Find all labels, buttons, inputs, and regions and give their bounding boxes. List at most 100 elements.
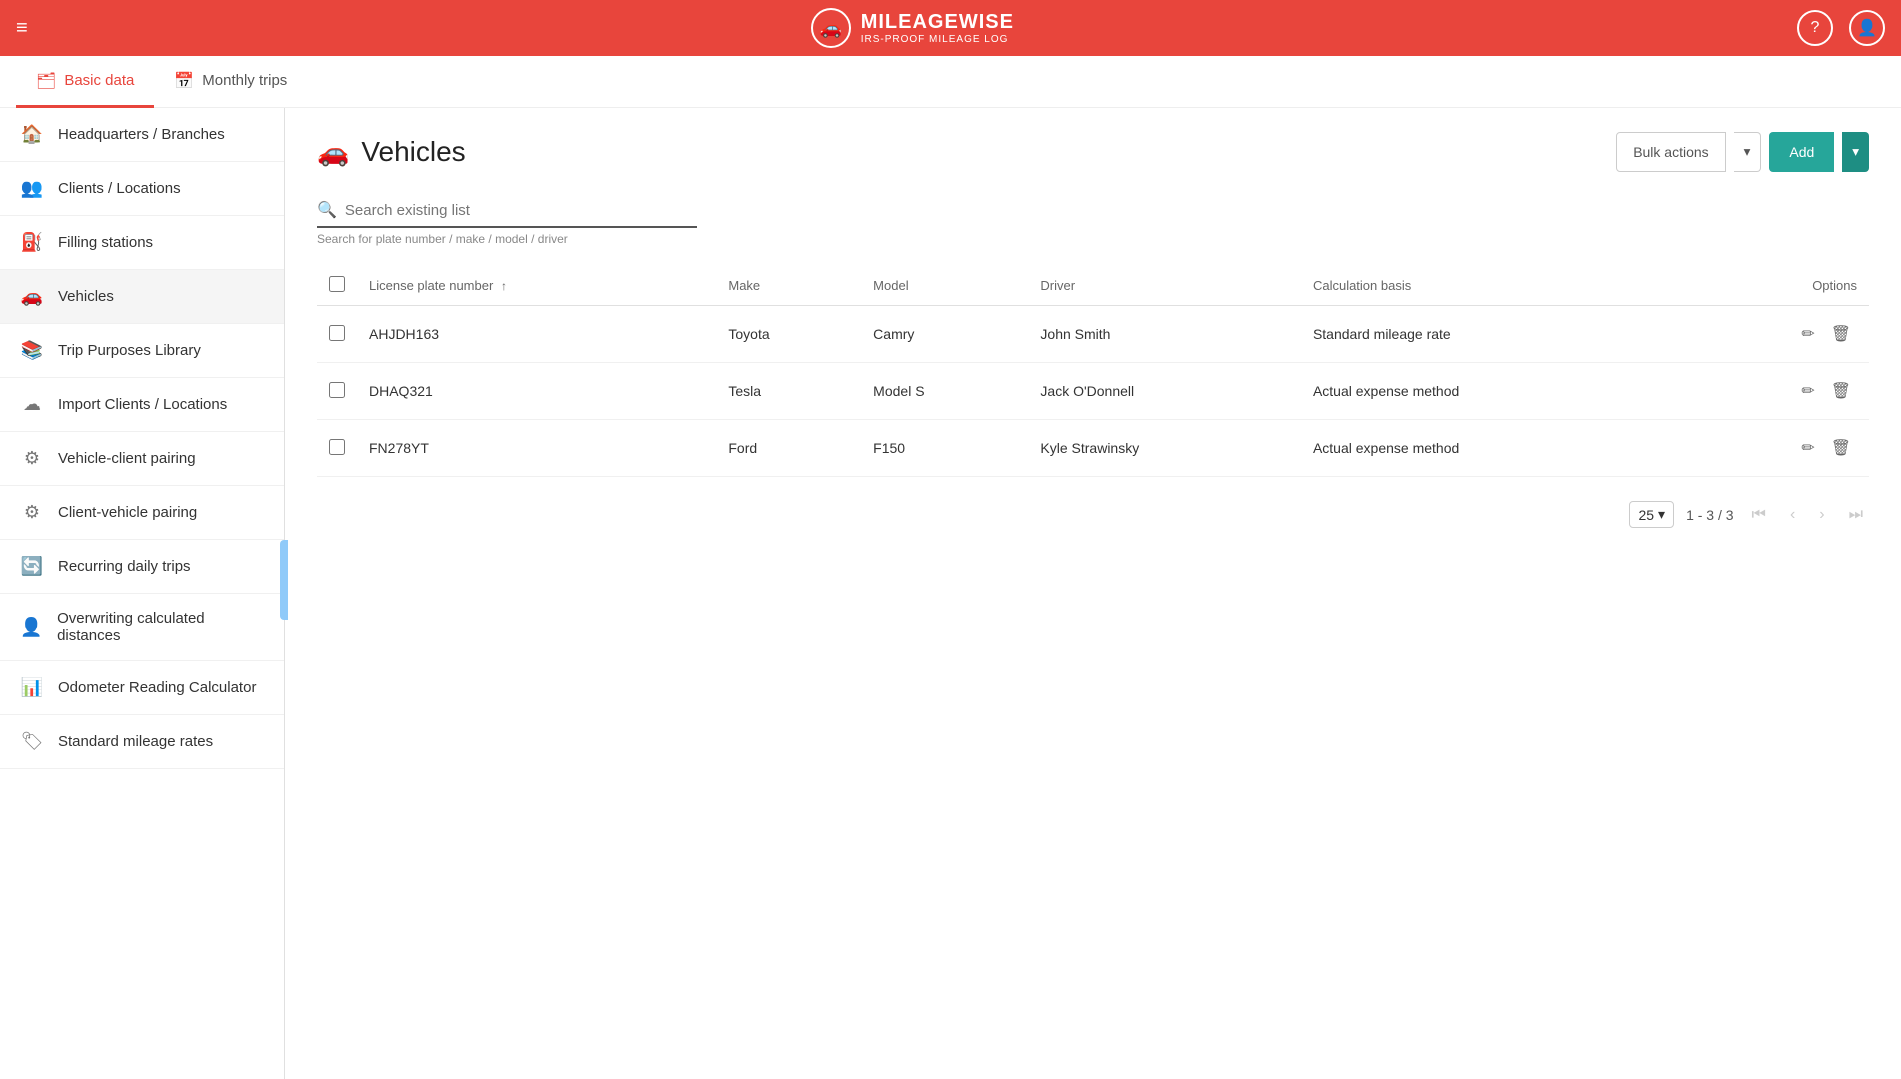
cell-driver-2: Kyle Strawinsky [1028, 420, 1301, 477]
delete-button-0[interactable]: 🗑 [1825, 320, 1857, 348]
row-checkbox-cell [317, 420, 357, 477]
sidebar-item-import-clients-label: Import Clients / Locations [58, 396, 227, 413]
bulk-actions-button[interactable]: Bulk actions [1616, 132, 1725, 172]
brand-name: MILEAGEWISE [861, 11, 1014, 34]
help-icon[interactable]: ? [1797, 10, 1833, 46]
per-page-select[interactable]: 25 ▾ [1629, 501, 1674, 528]
cell-options-1: ✏ 🗑 [1679, 363, 1869, 420]
cell-basis-2: Actual expense method [1301, 420, 1679, 477]
cell-model-2: F150 [861, 420, 1028, 477]
sidebar-item-clients[interactable]: 👥 Clients / Locations [0, 162, 284, 216]
page-actions: Bulk actions ▾ Add ▾ [1616, 132, 1869, 172]
sidebar-item-import-clients[interactable]: ☁ Import Clients / Locations [0, 378, 284, 432]
cell-options-0: ✏ 🗑 [1679, 306, 1869, 363]
add-chevron[interactable]: ▾ [1842, 132, 1869, 172]
cell-basis-0: Standard mileage rate [1301, 306, 1679, 363]
edit-button-0[interactable]: ✏ [1795, 320, 1820, 348]
sidebar-item-vehicle-client[interactable]: ⚙ Vehicle-client pairing [0, 432, 284, 486]
trip-purposes-icon: 📚 [20, 340, 44, 361]
add-button[interactable]: Add [1769, 132, 1834, 172]
sidebar-item-standard-rates[interactable]: 🏷 Standard mileage rates [0, 715, 284, 769]
tab-basic-data[interactable]: 🗂 Basic data [16, 56, 154, 108]
sidebar-item-client-vehicle-label: Client-vehicle pairing [58, 504, 197, 521]
cell-plate-2: FN278YT [357, 420, 716, 477]
col-options: Options [1679, 266, 1869, 306]
row-checkbox-cell [317, 306, 357, 363]
sidebar-item-vehicles-label: Vehicles [58, 288, 114, 305]
sidebar-item-recurring-trips[interactable]: 🔄 Recurring daily trips [0, 540, 284, 594]
per-page-value: 25 [1638, 507, 1654, 523]
page-title-icon: 🚗 [317, 137, 349, 168]
col-driver: Driver [1028, 266, 1301, 306]
cell-model-0: Camry [861, 306, 1028, 363]
bulk-actions-chevron[interactable]: ▾ [1734, 132, 1762, 172]
vehicles-icon: 🚗 [20, 286, 44, 307]
edit-button-2[interactable]: ✏ [1795, 434, 1820, 462]
edit-button-1[interactable]: ✏ [1795, 377, 1820, 405]
cell-model-1: Model S [861, 363, 1028, 420]
row-checkbox-0[interactable] [329, 325, 345, 341]
sidebar-item-standard-rates-label: Standard mileage rates [58, 733, 213, 750]
search-hint: Search for plate number / make / model /… [317, 232, 1869, 246]
sidebar-accent [280, 540, 288, 620]
search-input[interactable] [345, 202, 697, 219]
headquarters-icon: 🏠 [20, 124, 44, 145]
table-row: FN278YT Ford F150 Kyle Strawinsky Actual… [317, 420, 1869, 477]
delete-button-1[interactable]: 🗑 [1825, 377, 1857, 405]
sidebar-item-vehicle-client-label: Vehicle-client pairing [58, 450, 196, 467]
sidebar-item-filling-stations[interactable]: ⛽ Filling stations [0, 216, 284, 270]
next-page-button[interactable]: › [1813, 502, 1830, 528]
cell-options-2: ✏ 🗑 [1679, 420, 1869, 477]
pagination-bar: 25 ▾ 1 - 3 / 3 ⏮ ‹ › ⏭ [317, 485, 1869, 544]
first-page-button[interactable]: ⏮ [1746, 502, 1772, 528]
sidebar-item-vehicles[interactable]: 🚗 Vehicles [0, 270, 284, 324]
brand-car-icon: 🚗 [811, 8, 851, 48]
bulk-actions-chevron-icon: ▾ [1744, 144, 1751, 159]
tab-basic-data-label: Basic data [64, 72, 134, 89]
cell-driver-1: Jack O'Donnell [1028, 363, 1301, 420]
overwriting-icon: 👤 [20, 617, 43, 638]
col-plate-label: License plate number [369, 278, 493, 293]
sidebar-item-recurring-trips-label: Recurring daily trips [58, 558, 191, 575]
sidebar-item-trip-purposes[interactable]: 📚 Trip Purposes Library [0, 324, 284, 378]
select-all-header [317, 266, 357, 306]
row-checkbox-cell [317, 363, 357, 420]
client-vehicle-icon: ⚙ [20, 502, 44, 523]
page-title-area: 🚗 Vehicles [317, 136, 466, 168]
cell-make-1: Tesla [716, 363, 861, 420]
page-header: 🚗 Vehicles Bulk actions ▾ Add ▾ [317, 132, 1869, 172]
tab-monthly-trips[interactable]: 📅 Monthly trips [154, 56, 307, 108]
vehicles-table: License plate number ↑ Make Model Driver… [317, 266, 1869, 477]
sidebar-item-headquarters-label: Headquarters / Branches [58, 126, 225, 143]
col-basis-label: Calculation basis [1313, 278, 1411, 293]
hamburger-icon[interactable]: ≡ [16, 17, 28, 40]
delete-button-2[interactable]: 🗑 [1825, 434, 1857, 462]
sidebar-item-odometer[interactable]: 📊 Odometer Reading Calculator [0, 661, 284, 715]
sidebar-item-overwriting-label: Overwriting calculated distances [57, 610, 264, 644]
last-page-button[interactable]: ⏭ [1843, 502, 1869, 528]
sidebar-item-headquarters[interactable]: 🏠 Headquarters / Branches [0, 108, 284, 162]
recurring-trips-icon: 🔄 [20, 556, 44, 577]
col-driver-label: Driver [1040, 278, 1075, 293]
page-info: 1 - 3 / 3 [1686, 507, 1733, 523]
sidebar-item-clients-label: Clients / Locations [58, 180, 181, 197]
per-page-chevron-icon: ▾ [1658, 506, 1665, 523]
row-checkbox-2[interactable] [329, 439, 345, 455]
col-plate[interactable]: License plate number ↑ [357, 266, 716, 306]
cell-driver-0: John Smith [1028, 306, 1301, 363]
row-checkbox-1[interactable] [329, 382, 345, 398]
prev-page-button[interactable]: ‹ [1784, 502, 1801, 528]
col-model-label: Model [873, 278, 908, 293]
select-all-checkbox[interactable] [329, 276, 345, 292]
sort-arrow-icon: ↑ [501, 279, 507, 293]
col-make: Make [716, 266, 861, 306]
cell-make-0: Toyota [716, 306, 861, 363]
basic-data-icon: 🗂 [36, 71, 56, 91]
brand-logo: 🚗 MILEAGEWISE IRS-PROOF MILEAGE LOG [811, 8, 1014, 48]
vehicle-client-icon: ⚙ [20, 448, 44, 469]
user-icon[interactable]: 👤 [1849, 10, 1885, 46]
sidebar-item-client-vehicle[interactable]: ⚙ Client-vehicle pairing [0, 486, 284, 540]
cell-plate-0: AHJDH163 [357, 306, 716, 363]
table-row: AHJDH163 Toyota Camry John Smith Standar… [317, 306, 1869, 363]
sidebar-item-overwriting[interactable]: 👤 Overwriting calculated distances [0, 594, 284, 661]
